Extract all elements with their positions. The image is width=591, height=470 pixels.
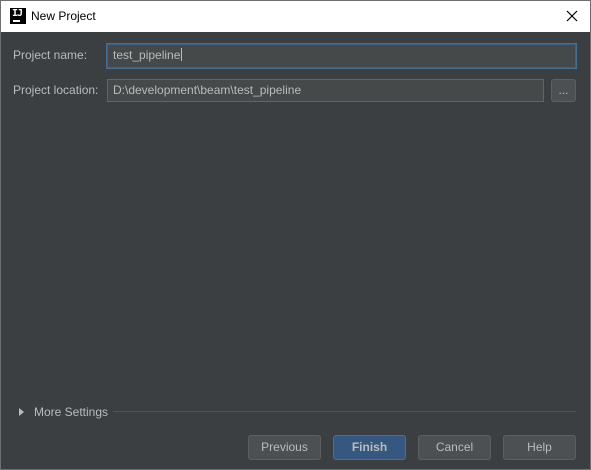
close-icon[interactable]	[564, 8, 580, 24]
previous-button[interactable]: Previous	[248, 435, 321, 460]
project-name-label: Project name:	[13, 48, 88, 62]
triangle-right-icon	[19, 408, 24, 416]
project-name-input[interactable]: test_pipeline	[107, 44, 576, 68]
text-caret	[181, 48, 183, 61]
intellij-idea-icon: IJ	[10, 8, 26, 24]
project-name-value: test_pipeline	[113, 48, 181, 62]
title-bar[interactable]: IJ New Project	[1, 1, 590, 32]
help-button[interactable]: Help	[503, 435, 576, 460]
window-title: New Project	[31, 9, 96, 23]
browse-location-button[interactable]: ...	[551, 79, 576, 102]
more-settings-divider	[113, 411, 576, 412]
project-location-label: Project location:	[13, 83, 99, 97]
cancel-button[interactable]: Cancel	[418, 435, 491, 460]
project-location-input[interactable]: D:\development\beam\test_pipeline	[107, 79, 544, 102]
finish-button[interactable]: Finish	[333, 435, 406, 460]
more-settings-label: More Settings	[34, 405, 109, 419]
new-project-dialog: IJ New Project Project name: test_pipeli…	[0, 0, 591, 470]
project-location-value: D:\development\beam\test_pipeline	[113, 83, 302, 97]
